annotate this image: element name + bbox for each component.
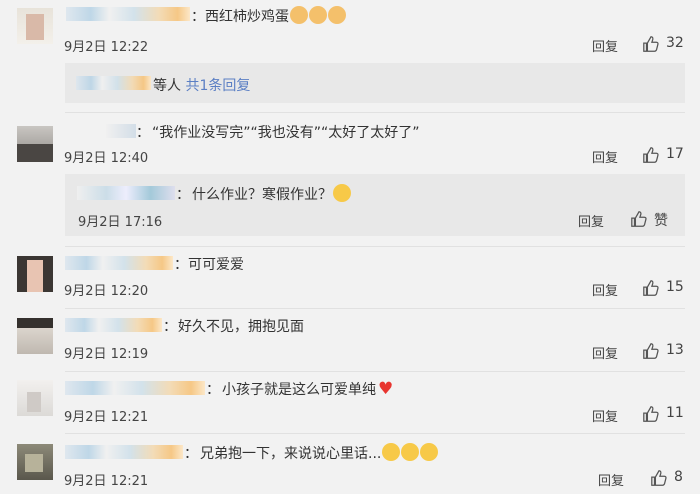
comment-text: 小孩子就是这么可爱单纯 ♥	[222, 379, 393, 399]
colon: ：	[136, 125, 150, 141]
reply-button[interactable]: 回复	[592, 36, 618, 55]
username-blurred[interactable]	[65, 318, 162, 332]
reply-button[interactable]: 回复	[592, 280, 618, 299]
comment-text: 西红柿炒鸡蛋	[205, 6, 346, 26]
comment-text: 好久不见，拥抱见面	[178, 319, 304, 335]
laugh-cry-emoji-icon	[420, 443, 439, 461]
like-count: 17	[666, 146, 684, 162]
divider	[65, 246, 685, 247]
reply-summary: 等人 共1条回复	[153, 75, 250, 95]
divider	[65, 308, 685, 309]
colon: ：	[176, 187, 190, 203]
reply-button[interactable]: 回复	[578, 211, 604, 230]
thumbs-up-icon[interactable]	[642, 279, 660, 297]
thumbs-up-icon[interactable]	[630, 210, 648, 228]
like-count: 8	[674, 469, 683, 485]
comment-time: 9月2日 12:40	[64, 151, 149, 166]
laugh-cry-emoji-icon	[382, 443, 401, 461]
doge-emoji-icon	[328, 6, 346, 24]
reply-summary-prefix: 等人	[153, 78, 181, 94]
username-blurred[interactable]	[77, 186, 175, 200]
like-count: 11	[666, 405, 684, 421]
like-count: 32	[666, 35, 684, 51]
like-label[interactable]: 赞	[654, 210, 668, 230]
reply-button[interactable]: 回复	[592, 147, 618, 166]
colon: ：	[206, 382, 220, 398]
sub-reply-box: ： 什么作业？寒假作业？ 9月2日 17:16 回复 赞	[65, 174, 685, 236]
comment-text-content: 兄弟抱一下，来说说心里话...	[200, 446, 382, 462]
username-blurred[interactable]	[65, 256, 173, 270]
avatar-pixel	[17, 318, 53, 328]
comment-text: 可可爱爱	[188, 257, 244, 273]
like-count: 15	[666, 279, 684, 295]
username-blurred[interactable]	[65, 445, 183, 459]
avatar[interactable]	[17, 126, 53, 162]
sub-reply-text: 什么作业？寒假作业？	[192, 184, 351, 204]
divider	[65, 371, 685, 372]
thumbs-up-icon[interactable]	[642, 342, 660, 360]
avatar[interactable]	[17, 380, 53, 416]
avatar[interactable]	[17, 318, 53, 354]
reply-button[interactable]: 回复	[592, 343, 618, 362]
avatar-pixel	[27, 260, 43, 292]
colon: ：	[191, 9, 205, 25]
reply-summary-box[interactable]: 等人 共1条回复	[65, 63, 685, 103]
heart-emoji-icon: ♥	[378, 379, 394, 399]
thumbs-up-icon[interactable]	[642, 146, 660, 164]
username-blurred[interactable]	[65, 381, 205, 395]
doge-emoji-icon	[290, 6, 308, 24]
comment-time: 9月2日 12:21	[64, 410, 149, 425]
comment-time: 9月2日 12:21	[64, 474, 149, 489]
comment-time: 9月2日 12:22	[64, 40, 149, 55]
view-replies-link[interactable]: 共1条回复	[185, 78, 250, 94]
avatar-pixel	[27, 392, 41, 412]
comment-time: 9月2日 12:19	[64, 347, 149, 362]
comment-time: 9月2日 12:20	[64, 284, 149, 299]
avatar-pixel	[26, 14, 44, 40]
avatar[interactable]	[17, 256, 53, 292]
comment-text: 兄弟抱一下，来说说心里话...	[200, 443, 439, 463]
divider	[65, 112, 685, 113]
reply-button[interactable]: 回复	[592, 406, 618, 425]
like-count: 13	[666, 342, 684, 358]
username-blurred[interactable]	[106, 124, 136, 138]
comment-text-content: 西红柿炒鸡蛋	[205, 9, 289, 25]
avatar-pixel	[17, 144, 53, 162]
doge-emoji-icon	[309, 6, 327, 24]
thumbs-up-icon[interactable]	[642, 405, 660, 423]
avatar-pixel	[25, 454, 43, 472]
laugh-cry-emoji-icon	[333, 184, 351, 202]
thumbs-up-icon[interactable]	[650, 469, 668, 487]
sub-reply-time: 9月2日 17:16	[78, 215, 163, 230]
sub-reply-content: 什么作业？寒假作业？	[192, 187, 332, 203]
avatar[interactable]	[17, 8, 53, 44]
thumbs-up-icon[interactable]	[642, 35, 660, 53]
divider	[65, 433, 685, 434]
colon: ：	[174, 257, 188, 273]
username-blurred[interactable]	[76, 76, 151, 90]
colon: ：	[184, 446, 198, 462]
comment-text: “我作业没写完”“我也没有”“太好了太好了”	[152, 125, 420, 141]
reply-button[interactable]: 回复	[598, 470, 624, 489]
laugh-cry-emoji-icon	[401, 443, 420, 461]
avatar[interactable]	[17, 444, 53, 480]
comment-text-content: 小孩子就是这么可爱单纯	[222, 382, 376, 398]
colon: ：	[163, 319, 177, 335]
username-blurred[interactable]	[66, 7, 190, 21]
